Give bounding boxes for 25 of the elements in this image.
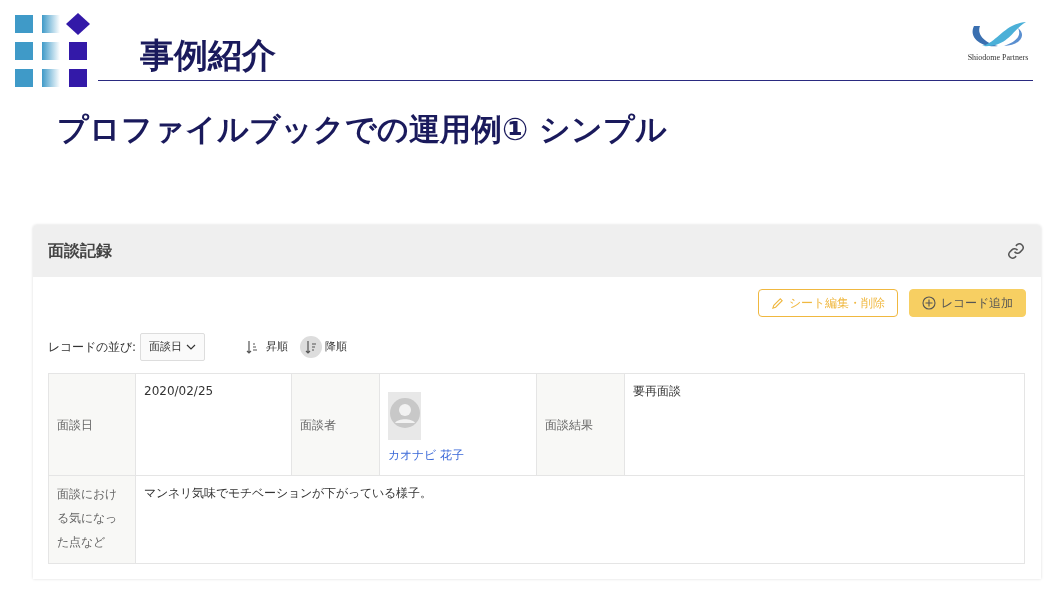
field-label-cell: 面談日 [48,373,136,476]
field-label-cell: 面談者 [291,373,380,476]
field-value-cell: 要再面談 [624,373,1025,476]
field-value-cell: マンネリ気味でモチベーションが下がっている様子。 [135,475,1025,564]
add-record-button[interactable]: レコード追加 [909,289,1026,317]
slide-title: 事例紹介 [140,34,276,77]
sort-ascending-icon [246,340,259,354]
panel-title: 面談記録 [48,240,112,262]
sort-order-option[interactable]: 降順 [300,336,348,358]
sort-order-option[interactable]: 昇順 [241,336,289,358]
field-label-cell: 面談における気になった点など [48,475,136,564]
logo-text: Shiodome Partners [967,52,1029,64]
sort-label: レコードの並び: [48,339,137,356]
field-label-cell: 面談結果 [536,373,625,476]
slide-subtitle: プロファイルブックでの運用例① シンプル [57,110,669,149]
plus-circle-icon [922,296,936,310]
person-name-link[interactable]: カオナビ 花子 [388,446,464,464]
link-icon [1007,242,1025,260]
squares-logo-icon [15,13,91,87]
link-button[interactable] [1006,241,1026,261]
field-value-cell: 2020/02/25 [135,373,292,476]
sort-descending-icon [305,340,318,354]
chevron-down-icon [186,344,197,350]
pencil-icon [771,296,784,310]
sort-dropdown[interactable]: 面談日 [140,333,206,361]
